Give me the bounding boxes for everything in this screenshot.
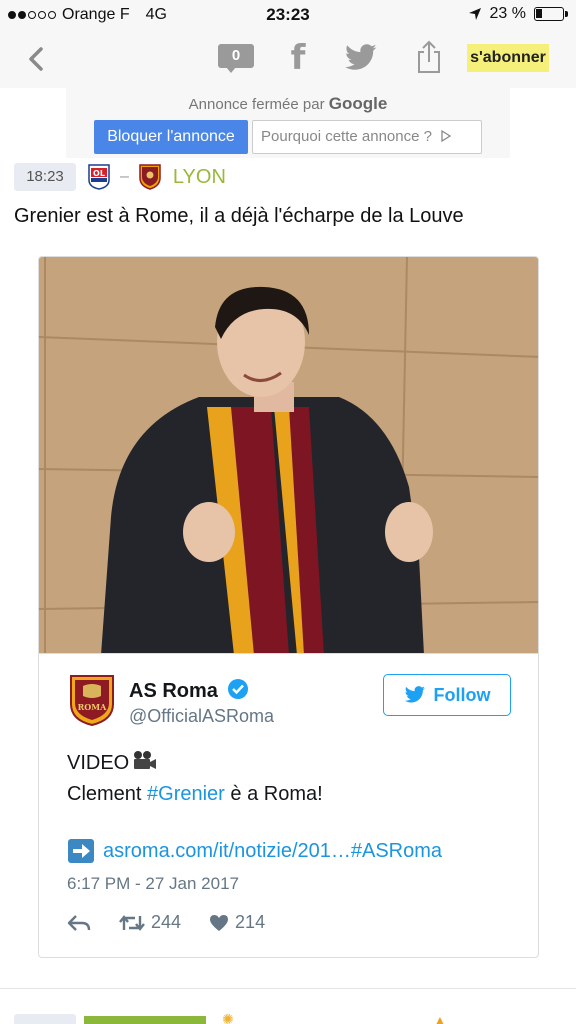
tweet-actions: 244 214: [67, 912, 293, 933]
like-count: 214: [235, 912, 266, 932]
tweet-video-label: VIDEO: [67, 752, 130, 774]
chevron-left-icon: [29, 47, 43, 71]
ad-closed-prefix: Annonce fermée par: [188, 96, 325, 113]
why-this-ad-button[interactable]: Pourquoi cette annonce ?: [252, 120, 482, 154]
tweet-line-2: Clement #Grenier è a Roma!: [67, 779, 323, 810]
block-ad-button[interactable]: Bloquer l'annonce: [94, 120, 248, 154]
tweet-line-1: VIDEO: [67, 748, 323, 779]
share-button[interactable]: [416, 40, 442, 74]
battery-percent: 23 %: [489, 5, 526, 22]
next-entry-time: [14, 1014, 76, 1024]
entry-separator: [0, 988, 576, 989]
tweet-link-line: asroma.com/it/notizie/201…#ASRoma: [67, 838, 442, 864]
retweet-button[interactable]: 244: [119, 912, 181, 933]
retweet-icon: [119, 914, 145, 931]
reply-icon: [67, 914, 91, 931]
roma-crest-icon: [139, 164, 161, 190]
heart-icon: [210, 914, 229, 931]
tweet-text: VIDEO Clement #Grenier è a Roma!: [67, 748, 323, 810]
google-logo: Google: [328, 94, 388, 113]
facebook-share-button[interactable]: f: [285, 40, 311, 76]
svg-text:OL: OL: [93, 169, 105, 178]
tweet-line-2-prefix: Clement: [67, 783, 148, 805]
facebook-icon: f: [290, 38, 306, 78]
tweet-photo[interactable]: [38, 256, 539, 654]
comment-button[interactable]: 0: [218, 44, 254, 74]
why-this-ad-label: Pourquoi cette annonce ?: [261, 128, 432, 145]
tweet-author-name-text: AS Roma: [129, 680, 218, 702]
entry-time: 18:23: [14, 163, 76, 191]
back-button[interactable]: [22, 44, 52, 74]
subscribe-button[interactable]: s'abonner: [467, 44, 549, 72]
video-camera-icon: [134, 751, 157, 769]
reply-button[interactable]: [67, 914, 91, 932]
ad-closed-panel: Annonce fermée par Google Bloquer l'anno…: [66, 88, 510, 158]
entry-meta: 18:23 OL – LYON: [14, 162, 226, 192]
hashtag-link[interactable]: #Grenier: [147, 783, 225, 805]
tweet-author-name[interactable]: AS Roma: [129, 678, 249, 703]
entry-title: Grenier est à Rome, il a déjà l'écharpe …: [14, 205, 464, 227]
right-arrow-icon: [68, 839, 94, 863]
share-icon: [418, 40, 440, 73]
comment-bubble-icon: [226, 67, 236, 73]
flame-icon: ▲: [434, 1013, 446, 1024]
as-roma-avatar[interactable]: ROMA: [69, 674, 115, 726]
follow-button[interactable]: Follow: [383, 674, 511, 716]
status-right: 23 %: [468, 5, 568, 23]
svg-text:ROMA: ROMA: [78, 702, 107, 712]
status-bar: Orange F 4G 23:23 23 %: [0, 0, 576, 30]
like-button[interactable]: 214: [209, 912, 265, 933]
tweet-author-handle[interactable]: @OfficialASRoma: [129, 706, 274, 727]
ad-closed-text: Annonce fermée par Google: [66, 94, 510, 114]
tweet-date[interactable]: 6:17 PM - 27 Jan 2017: [67, 874, 239, 894]
comment-count: 0: [218, 44, 254, 68]
player-photo: [39, 257, 538, 653]
match-separator: –: [120, 168, 129, 185]
verified-badge-icon: [228, 679, 249, 699]
sun-icon: ✺: [222, 1011, 234, 1024]
twitter-bird-icon: [345, 44, 377, 70]
team-name[interactable]: LYON: [173, 166, 226, 189]
location-arrow-icon: [468, 8, 481, 20]
follow-label: Follow: [433, 684, 491, 705]
ol-crest-icon: OL: [88, 164, 110, 190]
next-entry-banner[interactable]: [84, 1016, 206, 1024]
twitter-bird-icon: [404, 686, 425, 703]
nav-bar: 0 f s'abonner: [0, 30, 576, 88]
tweet-card: ROMA AS Roma @OfficialASRoma Follow VIDE…: [38, 654, 539, 958]
battery-icon: [534, 7, 568, 21]
retweet-count: 244: [151, 912, 182, 932]
tweet-link[interactable]: asroma.com/it/notizie/201…#ASRoma: [103, 840, 442, 863]
adchoices-icon: [441, 129, 452, 143]
tweet-line-2-suffix: è a Roma!: [224, 783, 323, 805]
twitter-share-button[interactable]: [344, 44, 378, 72]
